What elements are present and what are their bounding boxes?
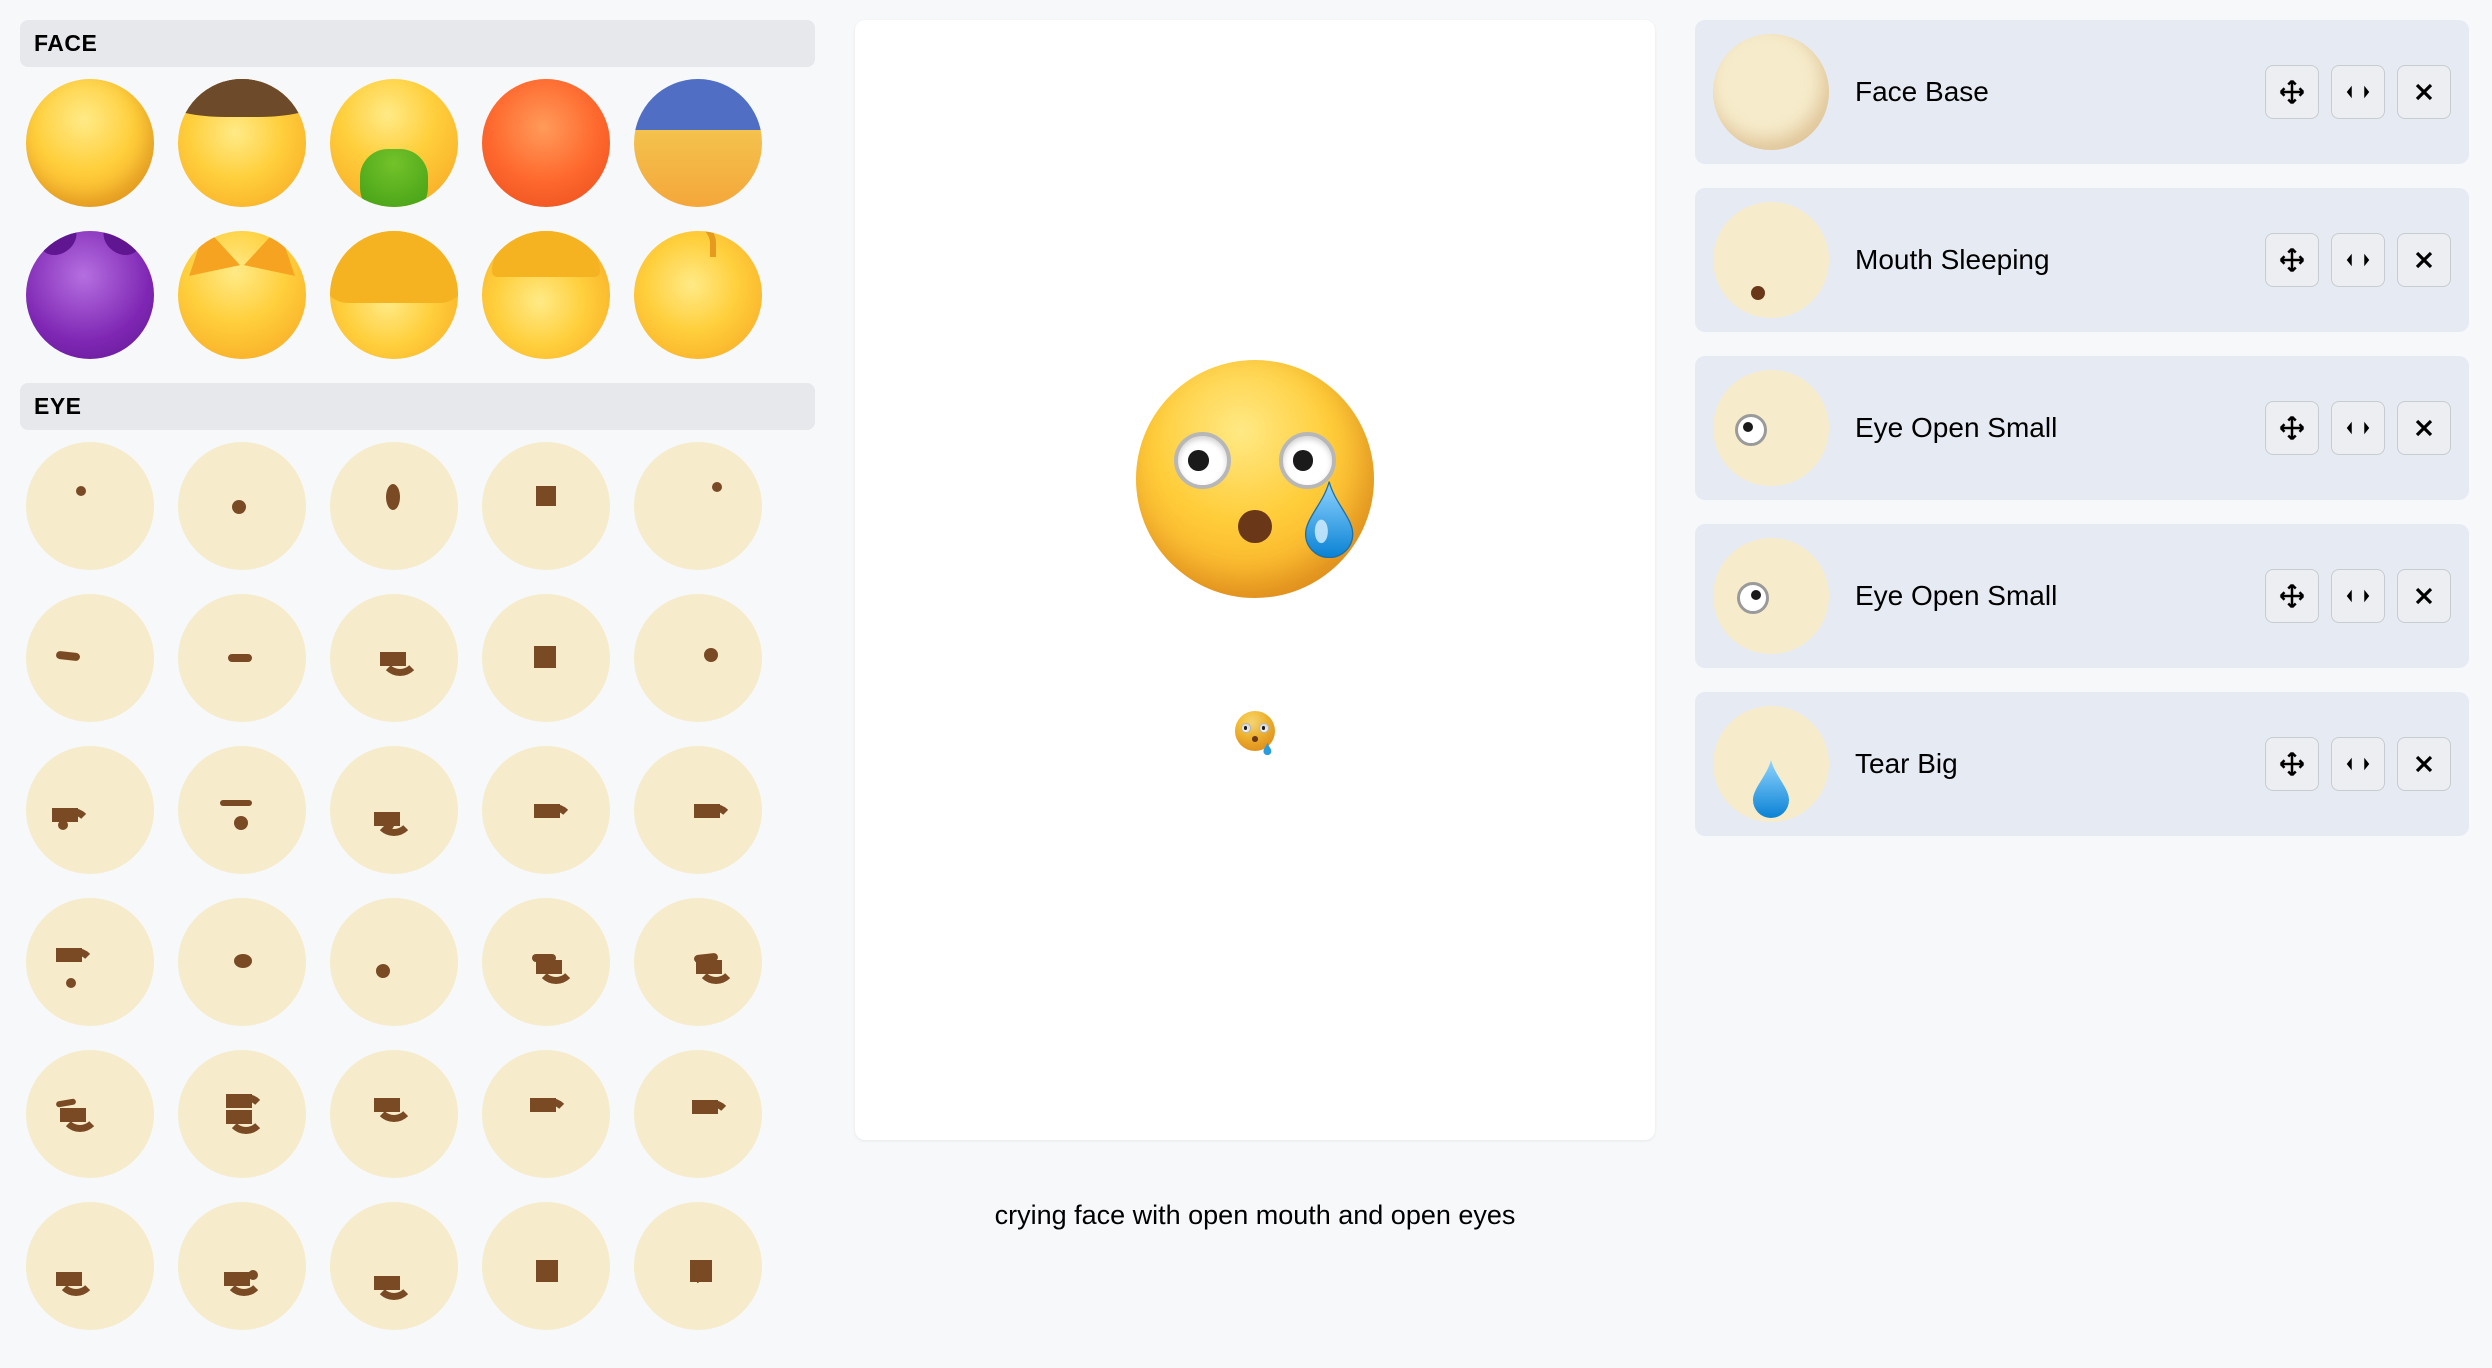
layer-actions [2265,401,2451,455]
layer-row[interactable]: Eye Open Small [1695,356,2469,500]
eye-thumb[interactable] [634,594,762,722]
tear-icon [1303,479,1355,555]
eye-thumb[interactable] [634,746,762,874]
eye-thumb[interactable] [634,1202,762,1330]
layer-thumb-mouth [1713,202,1829,318]
close-icon[interactable] [2397,737,2451,791]
layer-row[interactable]: Eye Open Small [1695,524,2469,668]
eye-thumb[interactable] [330,1050,458,1178]
canvas-column: crying face with open mouth and open eye… [855,20,1655,1348]
eye-thumb[interactable] [26,746,154,874]
face-thumb-cat[interactable] [178,231,306,359]
eye-grid [20,436,815,1348]
face-thumb-sunset[interactable] [634,79,762,207]
emoji-preview-small [1235,711,1275,751]
eye-thumb[interactable] [26,1050,154,1178]
face-thumb-red[interactable] [482,79,610,207]
eye-thumb[interactable] [330,898,458,1026]
move-icon[interactable] [2265,233,2319,287]
layer-row[interactable]: Mouth Sleeping [1695,188,2469,332]
eye-thumb[interactable] [178,1202,306,1330]
layer-label: Tear Big [1855,748,2239,780]
move-icon[interactable] [2265,569,2319,623]
eye-thumb[interactable] [634,442,762,570]
eye-thumb[interactable] [482,898,610,1026]
face-thumb-baby[interactable] [634,231,762,359]
eye-thumb[interactable] [330,746,458,874]
eye-thumb[interactable] [178,898,306,1026]
face-thumb-person2[interactable] [482,231,610,359]
layer-actions [2265,233,2451,287]
eye-thumb[interactable] [26,1202,154,1330]
face-thumb-devil[interactable] [26,231,154,359]
emoji-caption: crying face with open mouth and open eye… [995,1200,1516,1231]
close-icon[interactable] [2397,233,2451,287]
layer-thumb-tear [1713,706,1829,822]
swap-icon[interactable] [2331,569,2385,623]
eye-thumb[interactable] [26,594,154,722]
eye-thumb[interactable] [482,594,610,722]
move-icon[interactable] [2265,401,2319,455]
face-thumb-vomit[interactable] [330,79,458,207]
move-icon[interactable] [2265,65,2319,119]
eye-thumb[interactable] [482,746,610,874]
close-icon[interactable] [2397,569,2451,623]
swap-icon[interactable] [2331,737,2385,791]
layers-panel: Face Base Mouth Sleeping Eye Open Small [1695,20,2469,1348]
layer-actions [2265,65,2451,119]
preview-canvas[interactable] [855,20,1655,1140]
swap-icon[interactable] [2331,233,2385,287]
layer-label: Eye Open Small [1855,412,2239,444]
emoji-preview-large [1136,360,1374,598]
swap-icon[interactable] [2331,401,2385,455]
move-icon[interactable] [2265,737,2319,791]
eye-thumb[interactable] [178,1050,306,1178]
eye-thumb[interactable] [482,1050,610,1178]
eye-thumb[interactable] [634,898,762,1026]
section-header-face: FACE [20,20,815,67]
close-icon[interactable] [2397,65,2451,119]
layer-label: Mouth Sleeping [1855,244,2239,276]
layer-label: Face Base [1855,76,2239,108]
eye-thumb[interactable] [26,442,154,570]
eye-thumb[interactable] [178,442,306,570]
swap-icon[interactable] [2331,65,2385,119]
eye-thumb[interactable] [330,594,458,722]
eye-thumb[interactable] [26,898,154,1026]
section-header-eye: EYE [20,383,815,430]
eye-thumb[interactable] [178,594,306,722]
layer-row[interactable]: Face Base [1695,20,2469,164]
eye-thumb[interactable] [482,442,610,570]
layer-label: Eye Open Small [1855,580,2239,612]
eye-thumb[interactable] [482,1202,610,1330]
eye-thumb[interactable] [330,1202,458,1330]
face-thumb-base[interactable] [26,79,154,207]
eye-thumb[interactable] [178,746,306,874]
face-thumb-person1[interactable] [330,231,458,359]
layer-thumb-face-base [1713,34,1829,150]
layer-thumb-eye-left [1713,370,1829,486]
layer-thumb-eye-right [1713,538,1829,654]
app-root: FACE EYE [0,0,2492,1368]
layer-actions [2265,569,2451,623]
layer-row[interactable]: Tear Big [1695,692,2469,836]
layer-actions [2265,737,2451,791]
face-grid [20,73,815,377]
part-picker-panel: FACE EYE [20,20,815,1348]
eye-thumb[interactable] [330,442,458,570]
eye-thumb[interactable] [634,1050,762,1178]
close-icon[interactable] [2397,401,2451,455]
face-thumb-cowboy[interactable] [178,79,306,207]
